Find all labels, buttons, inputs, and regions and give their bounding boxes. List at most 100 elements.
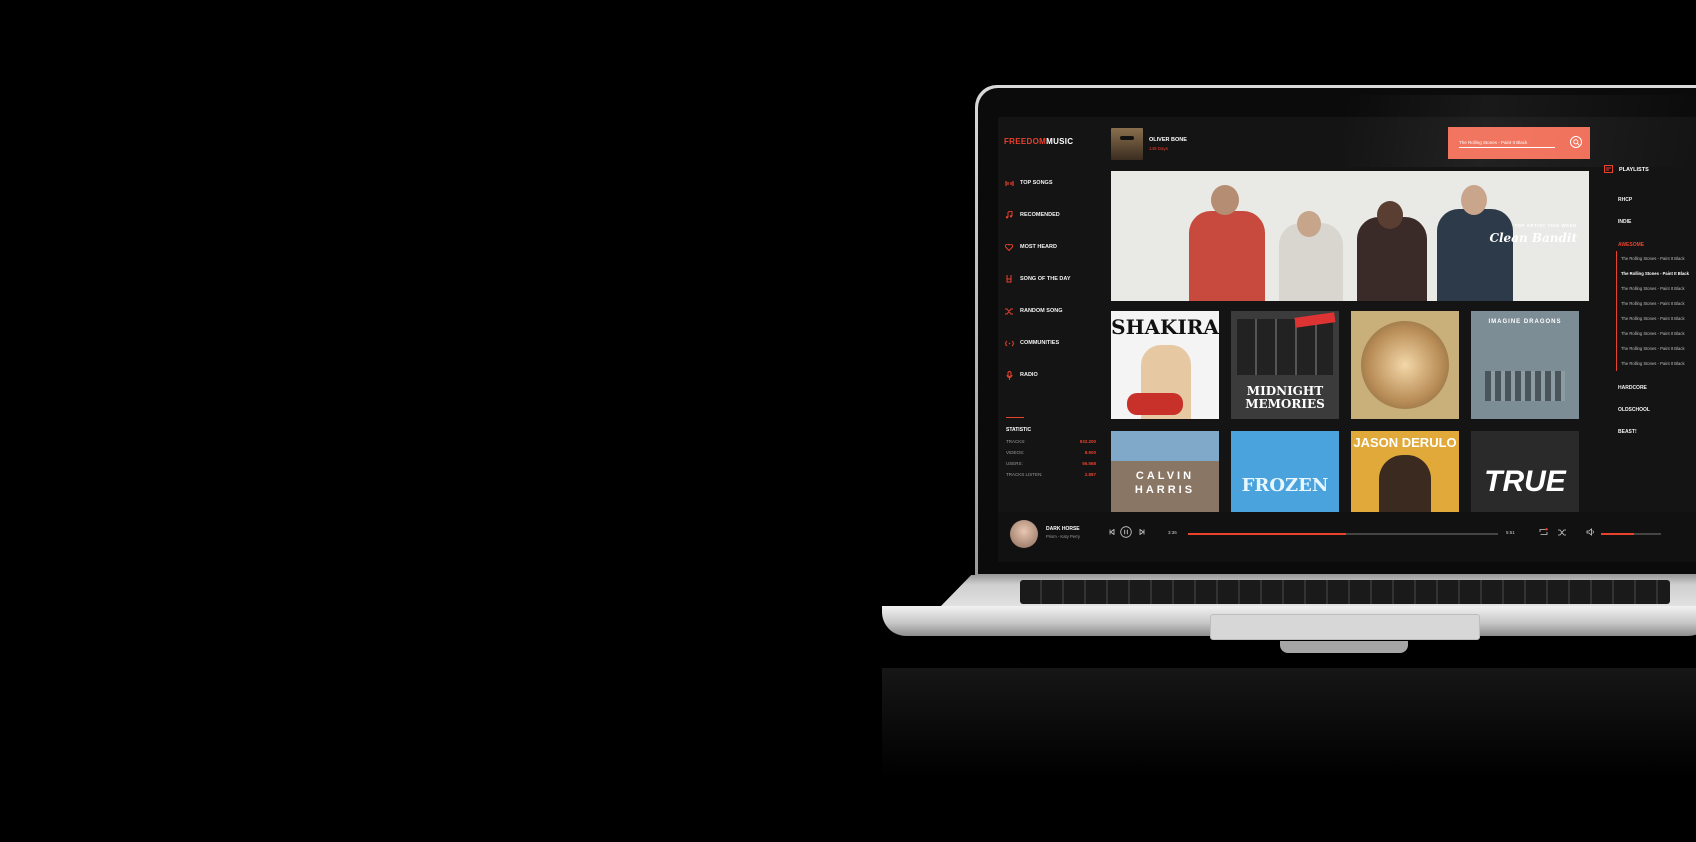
playlist-track[interactable]: The Rolling Stones - Paint It Black <box>1621 326 1696 341</box>
now-playing-artwork[interactable] <box>1010 520 1038 548</box>
nav-label: SONG OF THE DAY <box>1020 276 1071 282</box>
laptop-keyboard <box>1020 580 1670 604</box>
volume-fill <box>1601 533 1634 535</box>
heart-icon <box>1004 242 1014 252</box>
scene: FREEDOMMUSIC OLIVER BONE 149 Days The Ro… <box>0 0 1696 842</box>
playlist-track-current[interactable]: The Rolling Stones - Paint It Black <box>1621 266 1696 281</box>
stat-label: TRACKS: <box>1006 439 1026 444</box>
stat-label: USERS: <box>1006 461 1023 466</box>
album-label: CALVIN HARRIS <box>1134 470 1196 496</box>
search-icon <box>1573 139 1580 146</box>
album-label: JASON DERULO <box>1353 435 1457 450</box>
stat-value: 8.900 <box>1084 450 1096 455</box>
album-tile[interactable] <box>1351 311 1459 419</box>
playlist-item[interactable]: RHCP <box>1618 189 1696 211</box>
previous-button[interactable] <box>1105 525 1119 539</box>
playlist-item[interactable]: OLDSCHOOL <box>1618 399 1696 421</box>
nav-item-most-heard[interactable]: MOST HEARD <box>1004 231 1104 263</box>
nav-item-recomended[interactable]: RECOMENDED <box>1004 199 1104 231</box>
search-button[interactable] <box>1570 136 1582 148</box>
album-art-sky <box>1111 431 1219 461</box>
playlist-icon <box>1604 165 1613 175</box>
pause-icon <box>1120 526 1132 538</box>
logo-part-1: FREEDOM <box>1004 137 1047 146</box>
total-time: 5:51 <box>1506 530 1515 535</box>
laptop-trackpad <box>1210 614 1480 640</box>
album-art-cityscape <box>1485 371 1565 401</box>
band-member-head <box>1211 185 1239 215</box>
nav-item-top-songs[interactable]: TOP SONGS <box>1004 167 1104 199</box>
stat-value: 2.887 <box>1084 472 1096 477</box>
band-member <box>1437 209 1513 301</box>
nav-item-song-of-the-day[interactable]: SONG OF THE DAY <box>1004 263 1104 295</box>
statistic-list: TRACKS: 932.200 VIDEOS: 8.900 USERS: 56.568… <box>1006 439 1096 483</box>
album-label: TRUE <box>1484 465 1566 498</box>
nav-item-communities[interactable]: COMMUNITIES <box>1004 327 1104 359</box>
album-label: SHAKIRA <box>1111 315 1219 339</box>
equalizer-icon <box>1004 178 1014 188</box>
album-label: MIDNIGHT MEMORIES <box>1245 384 1325 411</box>
now-playing-artist: Prism - Katy Perry <box>1046 534 1080 539</box>
playlist-track[interactable]: The Rolling Stones - Paint It Black <box>1621 341 1696 356</box>
nav-label: MOST HEARD <box>1020 244 1057 250</box>
playlist-track[interactable]: The Rolling Stones - Paint It Black <box>1621 296 1696 311</box>
album-tile[interactable]: IMAGINE DRAGONS <box>1471 311 1579 419</box>
nav-label: COMMUNITIES <box>1020 340 1060 346</box>
album-label: FROZEN <box>1241 475 1329 496</box>
player-bar: DARK HORSE Prism - Katy Perry 3:36 5:51 <box>998 512 1696 562</box>
playlist-tracks: The Rolling Stones - Paint It Black The … <box>1616 251 1696 371</box>
music-note-icon <box>1004 210 1014 220</box>
search-input[interactable] <box>1459 138 1555 148</box>
nav-item-random-song[interactable]: RANDOM SONG <box>1004 295 1104 327</box>
stat-row: VIDEOS: 8.900 <box>1006 450 1096 461</box>
playlist-track[interactable]: The Rolling Stones - Paint It Black <box>1621 281 1696 296</box>
user-profile[interactable]: OLIVER BONE 149 Days <box>1111 128 1187 160</box>
album-art-band <box>1237 319 1333 375</box>
stat-value: 932.200 <box>1079 439 1096 444</box>
nav-label: RADIO <box>1020 372 1038 378</box>
playlist-list: RHCP INDIE AWESOME The Rolling Stones - … <box>1616 189 1696 443</box>
playlist-track[interactable]: The Rolling Stones - Paint It Black <box>1621 251 1696 266</box>
shuffle-button[interactable] <box>1555 525 1569 539</box>
progress-fill <box>1188 533 1347 535</box>
album-art-face <box>1361 321 1449 409</box>
user-subtitle: 149 Days <box>1149 146 1169 151</box>
playlists-header[interactable]: PLAYLISTS <box>1604 165 1649 175</box>
progress-bar[interactable] <box>1188 533 1498 535</box>
hero-artist-name: Clean Bandit <box>1489 231 1577 245</box>
laptop-notch <box>1280 641 1408 653</box>
volume-slider[interactable] <box>1601 533 1661 535</box>
stat-row: TRACKS LISTEN: 2.887 <box>1006 472 1096 483</box>
statistic-divider <box>1006 417 1024 418</box>
laptop-reflection <box>882 668 1696 778</box>
playlist-item-active[interactable]: AWESOME <box>1618 239 1696 251</box>
logo-part-2: MUSIC <box>1046 137 1074 146</box>
repeat-icon <box>1539 528 1548 535</box>
volume-button[interactable] <box>1583 525 1597 539</box>
playlists-title: PLAYLISTS <box>1619 167 1649 173</box>
playlist-track[interactable]: The Rolling Stones - Paint It Black <box>1621 311 1696 326</box>
stat-row: TRACKS: 932.200 <box>1006 439 1096 450</box>
playlist-track[interactable]: The Rolling Stones - Paint It Black <box>1621 356 1696 371</box>
next-icon <box>1139 529 1145 535</box>
speaker-icon <box>1586 528 1594 536</box>
stat-row: USERS: 56.568 <box>1006 461 1096 472</box>
pause-button[interactable] <box>1119 525 1133 539</box>
nav-item-radio[interactable]: RADIO <box>1004 359 1104 391</box>
album-art-guitar <box>1127 393 1183 415</box>
playlist-item[interactable]: INDIE <box>1618 211 1696 233</box>
repeat-button[interactable] <box>1536 525 1550 539</box>
app-logo[interactable]: FREEDOMMUSIC <box>1004 137 1073 146</box>
featured-artist-banner[interactable]: TOP ARTIST THIS WEEK Clean Bandit <box>1111 171 1589 301</box>
album-tile[interactable]: MIDNIGHT MEMORIES <box>1231 311 1339 419</box>
avatar[interactable] <box>1111 128 1143 160</box>
playlist-item[interactable]: HARDCORE <box>1618 377 1696 399</box>
next-button[interactable] <box>1135 525 1149 539</box>
album-label: IMAGINE DRAGONS <box>1488 319 1562 325</box>
nav-label: RECOMENDED <box>1020 212 1060 218</box>
rock-hand-icon <box>1004 274 1014 284</box>
band-member-head <box>1297 211 1321 237</box>
playlist-item[interactable]: BEAST! <box>1618 421 1696 443</box>
album-tile[interactable]: SHAKIRA <box>1111 311 1219 419</box>
nav-label: TOP SONGS <box>1020 180 1053 186</box>
